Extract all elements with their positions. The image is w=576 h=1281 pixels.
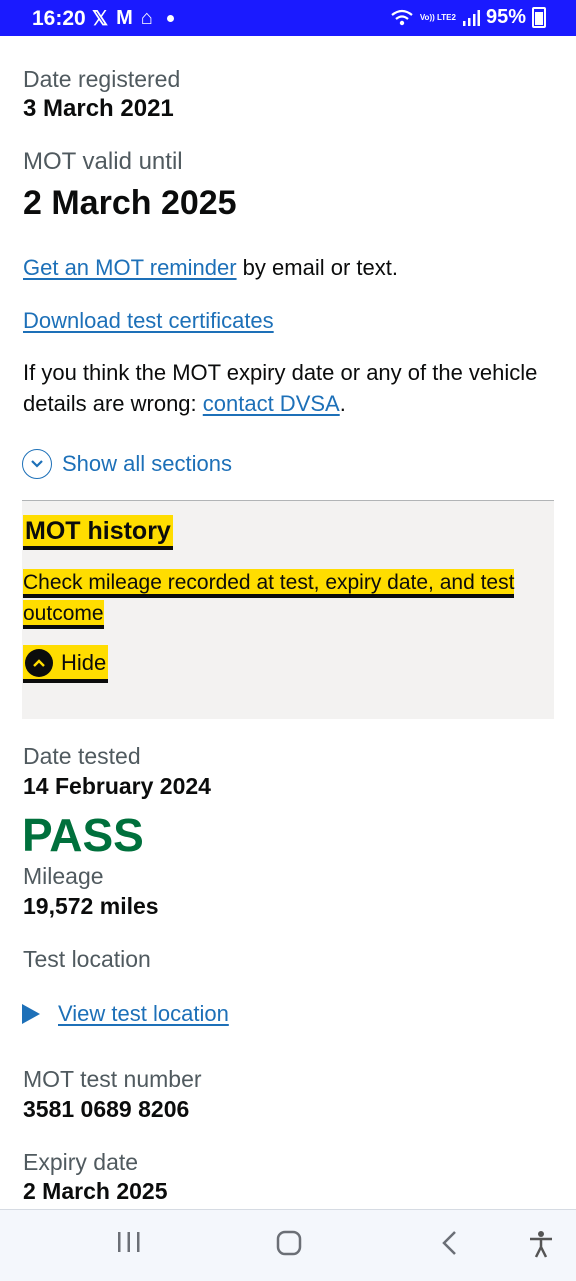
battery-icon <box>532 7 546 28</box>
wrong-details-paragraph: If you think the MOT expiry date or any … <box>23 357 543 419</box>
download-line: Download test certificates <box>23 305 274 336</box>
home-button-icon[interactable] <box>276 1230 302 1256</box>
x-icon: 𝕏 <box>92 8 109 30</box>
status-left-icons: 𝕏 M ⌂ <box>92 6 174 31</box>
date-registered-label: Date registered <box>23 66 181 92</box>
mot-history-accordion[interactable]: MOT history Check mileage recorded at te… <box>22 500 554 719</box>
recent-apps-icon[interactable] <box>116 1230 142 1254</box>
triangle-right-icon <box>22 1003 40 1024</box>
status-bar: 16:20 𝕏 M ⌂ Vo)) LTE2 95% <box>0 0 576 36</box>
gmail-icon: M <box>116 7 133 29</box>
mot-reminder-suffix: by email or text. <box>236 255 398 280</box>
wifi-icon <box>391 9 413 25</box>
signal-icon <box>462 9 480 26</box>
mot-history-summary: Check mileage recorded at test, expiry d… <box>23 571 515 625</box>
back-icon[interactable] <box>440 1230 460 1256</box>
expiry-date-value: 2 March 2025 <box>23 1178 168 1204</box>
download-certificates-link[interactable]: Download test certificates <box>23 308 274 333</box>
view-test-location-toggle[interactable]: View test location <box>22 998 229 1029</box>
android-nav-bar <box>0 1209 576 1281</box>
accessibility-icon[interactable] <box>528 1230 554 1258</box>
date-tested-label: Date tested <box>23 743 141 769</box>
contact-dvsa-link[interactable]: contact DVSA <box>203 391 340 416</box>
test-number-label: MOT test number <box>23 1066 202 1092</box>
chevron-down-icon <box>22 449 52 479</box>
mot-reminder-line: Get an MOT reminder by email or text. <box>23 252 398 283</box>
mot-reminder-link[interactable]: Get an MOT reminder <box>23 255 237 280</box>
hide-button[interactable]: Hide <box>23 647 109 679</box>
status-time: 16:20 <box>32 7 86 30</box>
network-type: Vo)) LTE2 <box>419 13 456 22</box>
show-all-sections-label: Show all sections <box>62 451 232 476</box>
contact-suffix: . <box>339 391 346 416</box>
status-right-icons: Vo)) LTE2 95% <box>390 6 546 29</box>
test-result: PASS <box>22 809 144 861</box>
hide-label: Hide <box>61 650 107 675</box>
date-tested-value: 14 February 2024 <box>23 773 211 799</box>
test-location-label: Test location <box>23 946 151 972</box>
mot-valid-label: MOT valid until <box>23 148 183 175</box>
mot-valid-value: 2 March 2025 <box>23 184 237 222</box>
expiry-date-label: Expiry date <box>23 1149 139 1175</box>
show-all-sections-button[interactable]: Show all sections <box>22 449 232 479</box>
mileage-value: 19,572 miles <box>23 893 159 919</box>
chevron-up-icon <box>25 649 53 677</box>
battery-percent: 95% <box>485 6 526 28</box>
test-number-value: 3581 0689 8206 <box>23 1096 190 1122</box>
view-test-location-link[interactable]: View test location <box>58 998 229 1029</box>
mileage-label: Mileage <box>23 863 104 889</box>
home-icon: ⌂ <box>140 7 153 29</box>
date-registered-value: 3 March 2021 <box>23 95 174 122</box>
dot-icon <box>166 15 174 22</box>
mot-history-title[interactable]: MOT history <box>23 517 173 546</box>
